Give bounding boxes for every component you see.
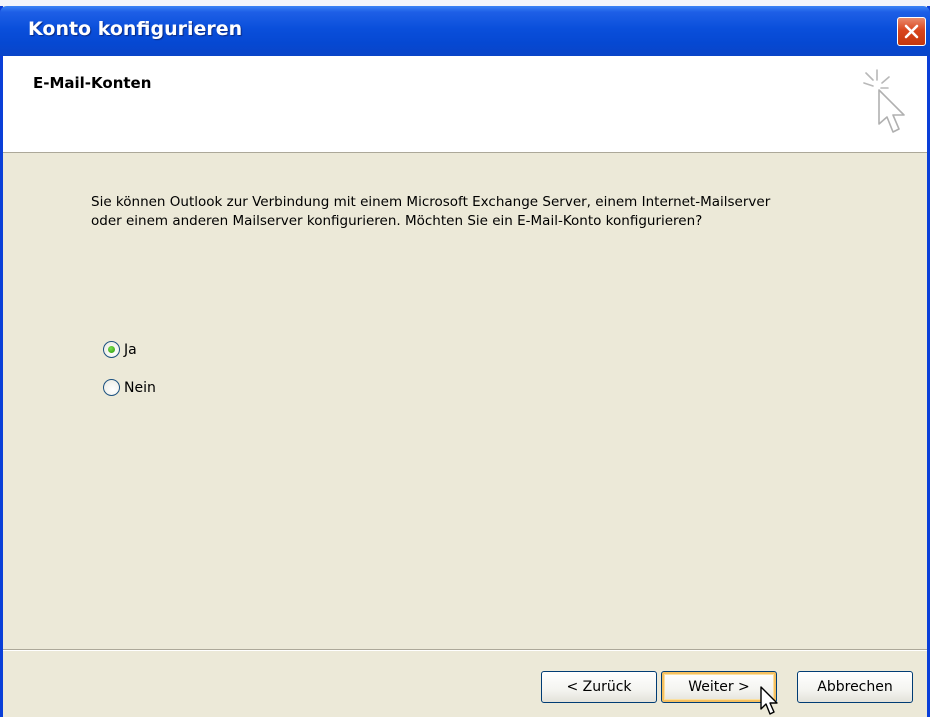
mouse-cursor-icon: [760, 686, 778, 715]
description-text: Sie können Outlook zur Verbindung mit ei…: [91, 194, 771, 229]
radio-label-ja: Ja: [124, 341, 137, 358]
page-title: E-Mail-Konten: [33, 74, 152, 92]
radio-option-ja[interactable]: Ja: [103, 341, 137, 358]
back-button[interactable]: < Zurück: [541, 671, 657, 703]
close-icon: [904, 24, 919, 39]
radio-option-nein[interactable]: Nein: [103, 379, 156, 396]
dialog-window: Konto konfigurieren E-Mail-Konten Sie kö…: [0, 6, 930, 717]
radio-label-nein: Nein: [124, 379, 156, 396]
cancel-button[interactable]: Abbrechen: [797, 671, 913, 703]
wizard-cursor-icon: [863, 69, 905, 133]
radio-button-ja[interactable]: [103, 341, 120, 358]
radio-button-nein[interactable]: [103, 379, 120, 396]
window-title: Konto konfigurieren: [28, 18, 243, 40]
title-bar[interactable]: Konto konfigurieren: [0, 6, 930, 56]
close-button[interactable]: [897, 17, 926, 46]
footer-separator: [3, 649, 927, 651]
wizard-header: E-Mail-Konten: [3, 56, 927, 153]
